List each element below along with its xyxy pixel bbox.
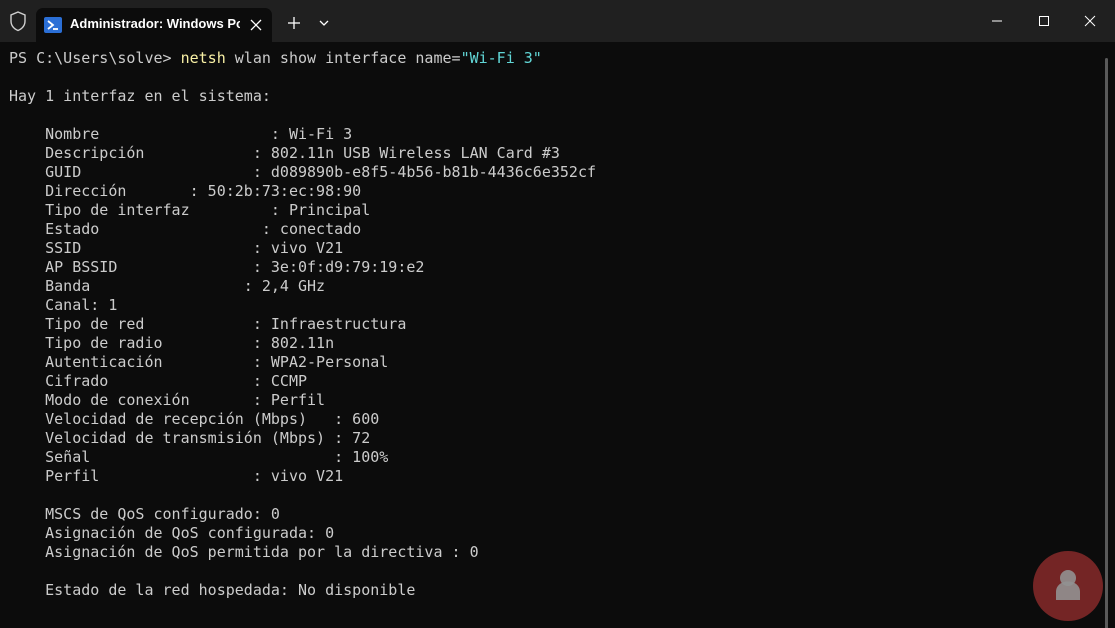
plus-icon[interactable] [284, 13, 304, 33]
watermark-logo-icon [1033, 551, 1103, 621]
output-red-hospedada: Estado de la red hospedada: No disponibl… [9, 581, 416, 599]
close-icon [1084, 15, 1096, 27]
output-intro: Hay 1 interfaz en el sistema: [9, 87, 271, 105]
output-mscs: MSCS de QoS configurado: 0 [9, 505, 280, 523]
scrollbar[interactable] [1104, 46, 1110, 628]
title-bar[interactable]: Administrador: Windows Pow [0, 0, 1115, 42]
output-cifrado: Cifrado : CCMP [9, 372, 308, 390]
output-modo-conexion: Modo de conexión : Perfil [9, 391, 326, 409]
output-descripcion: Descripción : 802.11n USB Wireless LAN C… [9, 144, 560, 162]
output-direccion: Dirección : 50:2b:73:ec:98:90 [9, 182, 362, 200]
output-canal: Canal: 1 [9, 296, 118, 314]
maximize-button[interactable] [1021, 0, 1067, 42]
chevron-down-icon[interactable] [314, 13, 334, 33]
prompt-prefix: PS C:\Users\solve> [9, 49, 181, 67]
prompt-line: PS C:\Users\solve> netsh wlan show inter… [9, 49, 1094, 68]
output-tipo-interfaz: Tipo de interfaz : Principal [9, 201, 371, 219]
terminal-output[interactable]: PS C:\Users\solve> netsh wlan show inter… [9, 49, 1094, 628]
output-estado: Estado : conectado [9, 220, 362, 238]
command-args: wlan show interface name= [225, 49, 461, 67]
output-qos-permitida: Asignación de QoS permitida por la direc… [9, 543, 479, 561]
output-tipo-radio: Tipo de radio : 802.11n [9, 334, 335, 352]
minimize-icon [992, 20, 1002, 22]
output-autenticacion: Autenticación : WPA2-Personal [9, 353, 389, 371]
minimize-button[interactable] [974, 0, 1020, 42]
shield-icon [10, 11, 26, 32]
output-qos-configurada: Asignación de QoS configurada: 0 [9, 524, 335, 542]
command-name: netsh [180, 49, 226, 67]
tab-powershell[interactable]: Administrador: Windows Pow [36, 8, 272, 42]
output-nombre: Nombre : Wi-Fi 3 [9, 125, 353, 143]
command-string-arg: "Wi-Fi 3" [460, 49, 542, 67]
output-perfil: Perfil : vivo V21 [9, 467, 344, 485]
tab-title: Administrador: Windows Pow [70, 16, 240, 31]
output-senal: Señal : 100% [9, 448, 389, 466]
maximize-icon [1039, 16, 1049, 26]
output-velocidad-recepcion: Velocidad de recepción (Mbps) : 600 [9, 410, 380, 428]
output-tipo-red: Tipo de red : Infraestructura [9, 315, 407, 333]
close-window-button[interactable] [1067, 0, 1113, 42]
output-ap-bssid: AP BSSID : 3e:0f:d9:79:19:e2 [9, 258, 425, 276]
output-ssid: SSID : vivo V21 [9, 239, 344, 257]
terminal-window: Administrador: Windows Pow PS C:\Users\s… [0, 0, 1115, 628]
powershell-icon [44, 17, 62, 33]
output-guid: GUID : d089890b-e8f5-4b56-b81b-4436c6e35… [9, 163, 596, 181]
output-banda: Banda : 2,4 GHz [9, 277, 326, 295]
close-tab-icon[interactable] [246, 15, 266, 35]
output-velocidad-transmision: Velocidad de transmisión (Mbps) : 72 [9, 429, 371, 447]
scrollbar-thumb[interactable] [1105, 58, 1108, 628]
